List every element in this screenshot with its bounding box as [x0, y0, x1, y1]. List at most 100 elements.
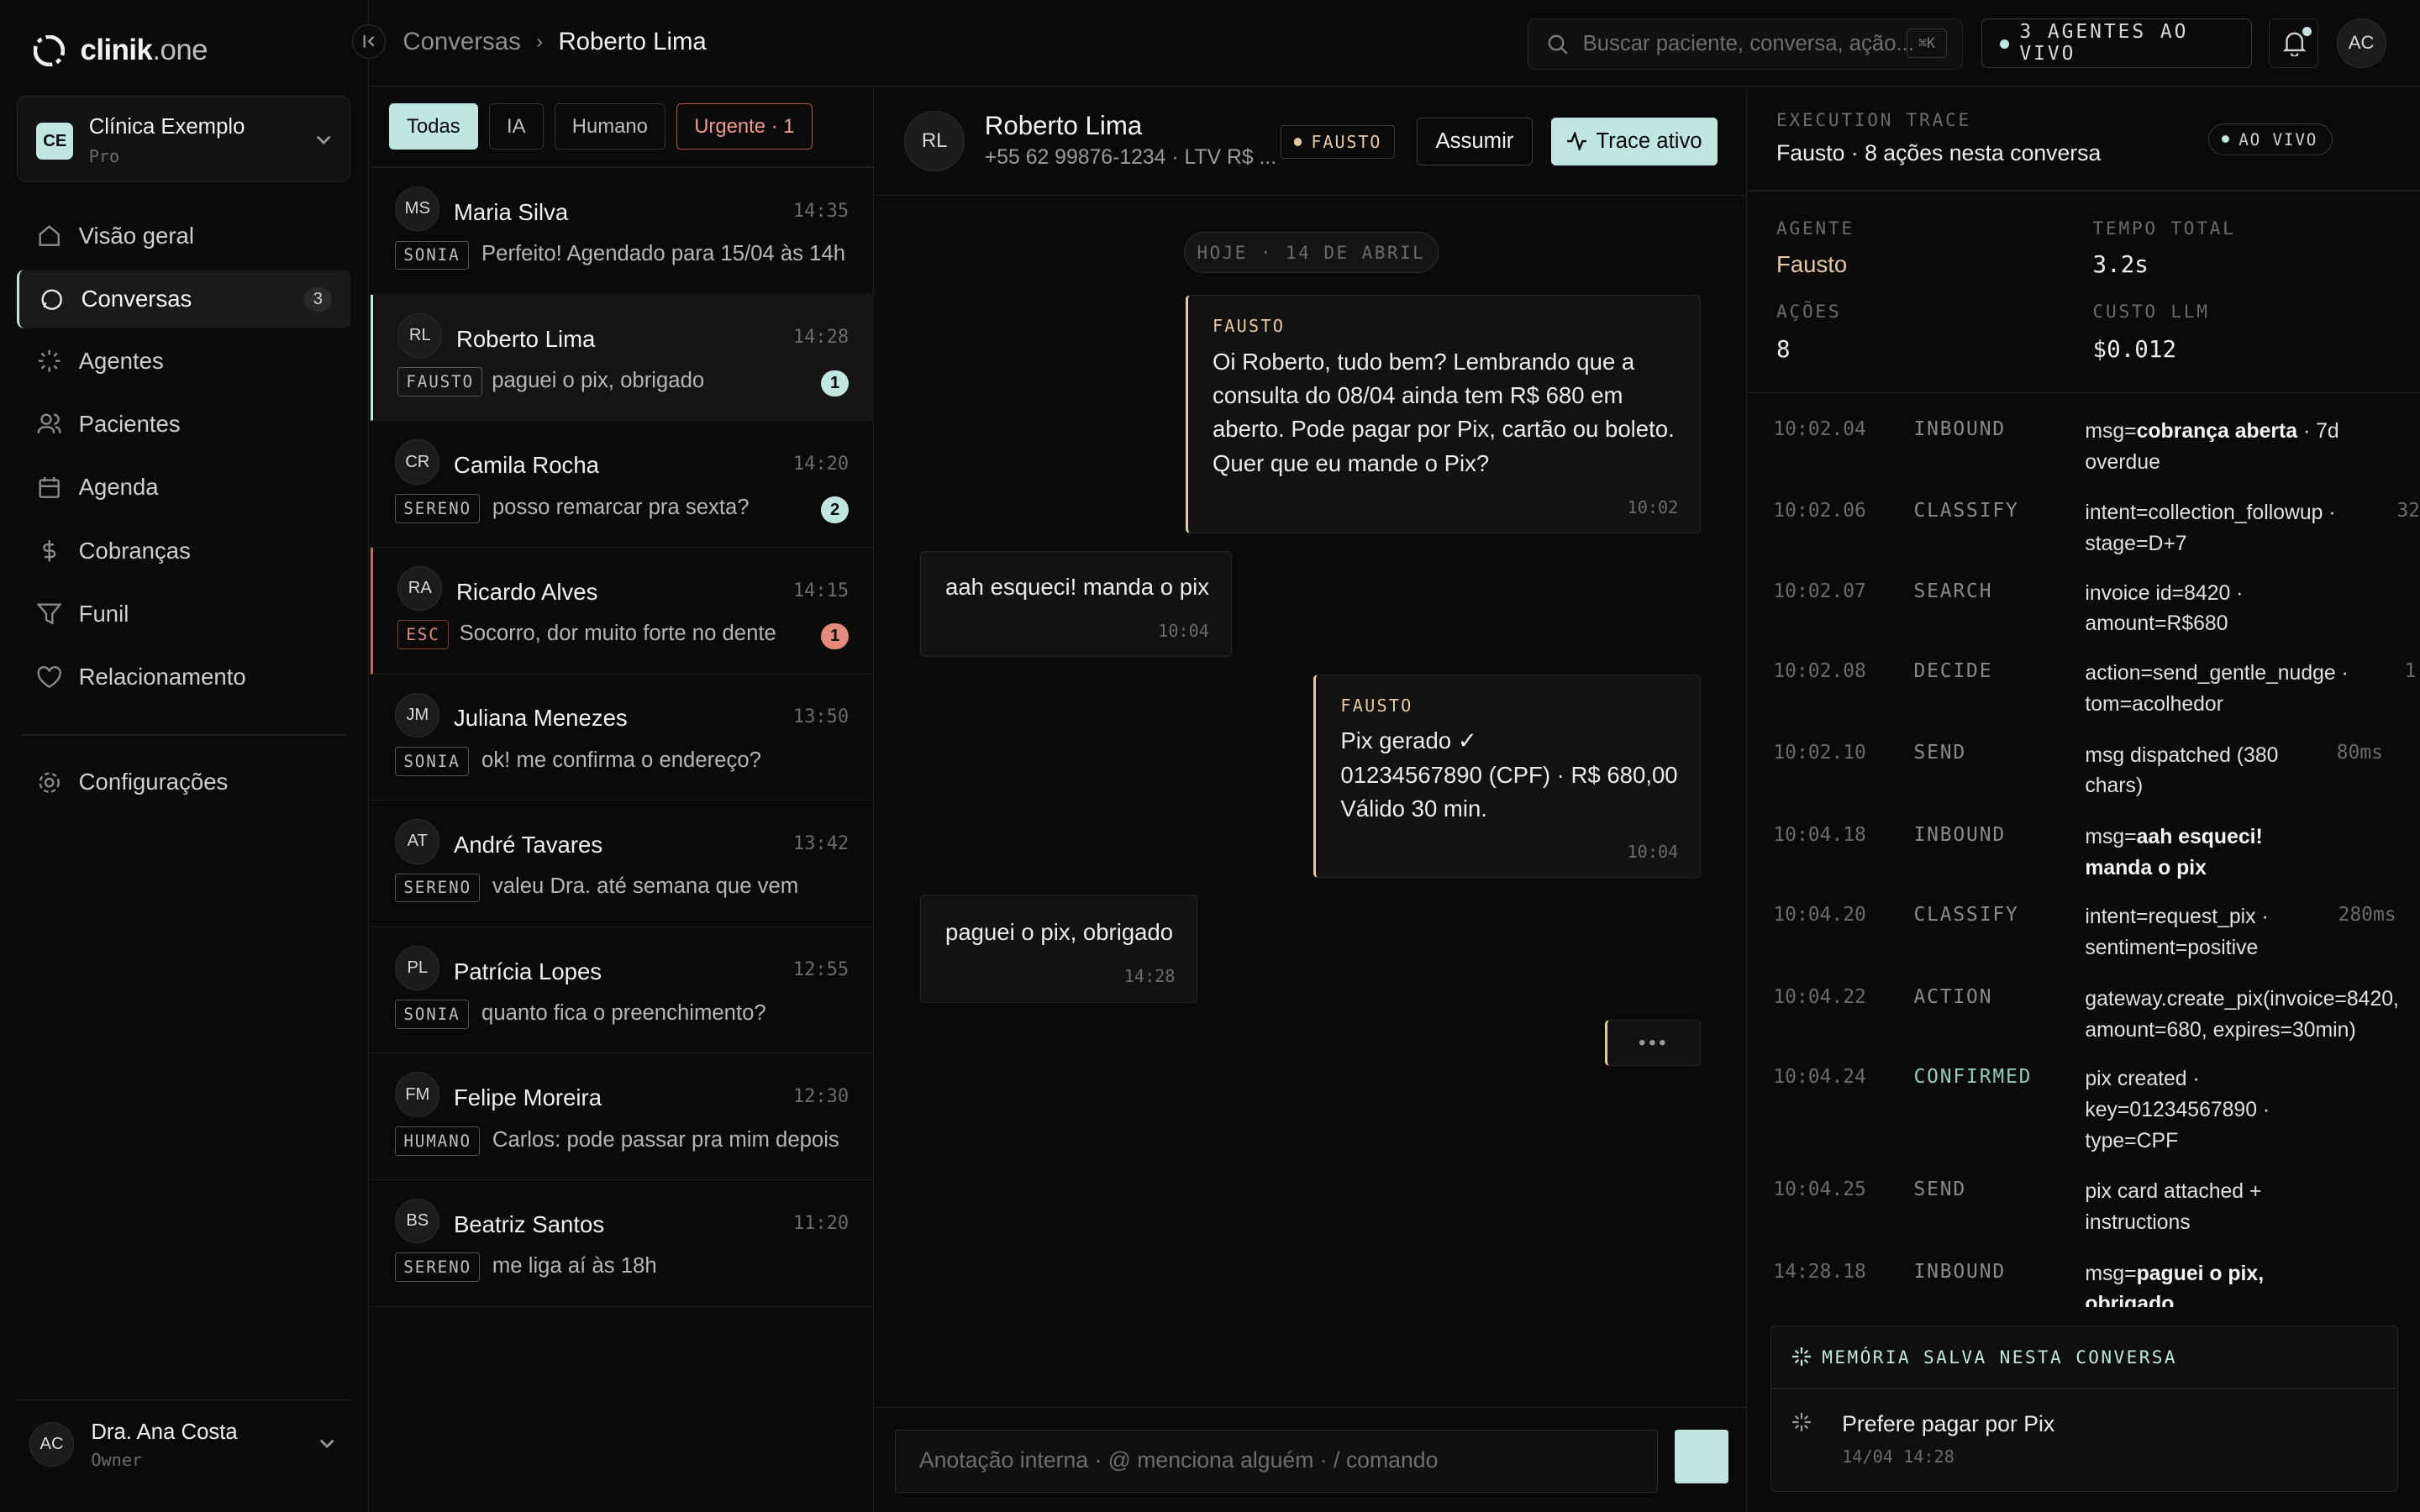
filter-ai[interactable]: IA [488, 103, 544, 150]
preview: Socorro, dor muito forte no dente [459, 622, 776, 646]
breadcrumb: Conversas › Roberto Lima [402, 28, 706, 56]
filter-urgent[interactable]: Urgente · 1 [676, 103, 813, 150]
trace-kind: CLASSIFY [1913, 904, 2019, 927]
assume-button[interactable]: Assumir [1417, 117, 1533, 165]
chat-icon [41, 289, 62, 310]
sparkle-icon [1792, 1412, 1812, 1431]
gear-icon [39, 771, 60, 793]
stat-label: TEMPO TOTAL [2092, 217, 2236, 239]
trace-detail-bold: cobrança aberta [2136, 419, 2298, 443]
agent-dot [1294, 138, 1302, 146]
trace-detail: action=send_gentle_nudge · tom=acolhedor [2085, 662, 2349, 716]
list-item[interactable]: RL Roberto Lima 14:28 FAUSTO paguei o pi… [370, 294, 874, 422]
nav-pacientes[interactable]: Pacientes [17, 395, 350, 454]
avatar: CR [395, 439, 440, 485]
trace-detail: pix created · key=01234567890 · type=CPF [2085, 1068, 2270, 1152]
list-item[interactable]: RA Ricardo Alves 14:15 ESC Socorro, dor … [370, 548, 874, 675]
filter-all[interactable]: Todas [388, 103, 478, 150]
trace-duration: 280ms [2338, 904, 2396, 927]
trace-kind: INBOUND [1913, 417, 2006, 440]
time: 14:15 [792, 580, 850, 601]
preview: ok! me confirma o endereço? [481, 748, 761, 772]
clinic-plan: Pro [88, 145, 120, 166]
message-line: consulta do 08/04 ainda tem R$ 680 em [1212, 381, 1623, 408]
memory-card: MEMÓRIA SALVA NESTA CONVERSA Prefere pag… [1770, 1325, 2399, 1493]
list-item[interactable]: JM Juliana Menezes 13:50 SONIA ok! me co… [370, 675, 874, 801]
trace-detail: msg=aah esqueci! manda o pix [2085, 822, 2301, 884]
nav-conversas[interactable]: Conversas 3 [17, 270, 350, 329]
message-sender: FAUSTO [1212, 315, 1286, 336]
time: 12:55 [792, 959, 850, 981]
agent-tag: SONIA [395, 1000, 469, 1030]
nav-agenda[interactable]: Agenda [17, 458, 350, 517]
list-item[interactable]: PL Patrícia Lopes 12:55 SONIA quanto fic… [370, 927, 874, 1054]
avatar[interactable]: AC [2336, 18, 2386, 68]
trace-timestamp: 10:04.24 [1773, 1066, 1866, 1089]
nav-cobrancas[interactable]: Cobranças [17, 522, 350, 580]
message-line: aberto. Pode pagar por Pix, cartão ou bo… [1212, 416, 1675, 443]
trace-kind: CLASSIFY [1913, 500, 2019, 522]
time: 13:42 [792, 832, 850, 854]
send-button[interactable] [1674, 1429, 1729, 1484]
trace-detail-text: msg= [2085, 825, 2137, 848]
live-agents-label: 3 AGENTES AO VIVO [2019, 21, 2189, 66]
filter-human[interactable]: Humano [554, 103, 666, 150]
trace-duration: 32 [2396, 500, 2420, 522]
time: 13:50 [792, 706, 850, 728]
nav-agentes[interactable]: Agentes [17, 332, 350, 391]
note-input[interactable]: Anotação interna · @ menciona alguém · /… [895, 1429, 1658, 1494]
agent-tag: SONIA [395, 240, 469, 270]
notifications-button[interactable] [2268, 18, 2318, 68]
nav-relacionamento[interactable]: Relacionamento [17, 648, 350, 706]
message-line: Quer que eu mande o Pix? [1212, 449, 1490, 476]
message-incoming: aah esqueci! manda o pix 10:04 [919, 550, 1232, 658]
trace-log[interactable]: 10:02.04 INBOUND msg=cobrança aberta · 7… [1749, 393, 2420, 1307]
trace-active-button[interactable]: Trace ativo [1550, 117, 1718, 165]
list-item[interactable]: CR Camila Rocha 14:20 SERENO posso remar… [370, 421, 874, 549]
heart-icon [37, 665, 61, 688]
trace-kind: CONFIRMED [1913, 1066, 2033, 1089]
trace-kind: INBOUND [1913, 823, 2006, 846]
trace-detail: gateway.create_pix(invoice=8420, amount=… [2085, 987, 2399, 1042]
nav-visao-geral[interactable]: Visão geral [17, 207, 350, 265]
nav-label: Relacionamento [78, 664, 246, 690]
logo[interactable]: clinik.one [34, 34, 208, 67]
dollar-icon [43, 539, 56, 562]
users-icon [37, 413, 61, 434]
search-input[interactable]: Buscar paciente, conversa, ação... ⌘K [1528, 18, 1964, 70]
contact-name: Camila Rocha [453, 452, 599, 479]
breadcrumb-root[interactable]: Conversas [402, 28, 520, 56]
nav-funil[interactable]: Funil [17, 585, 350, 643]
list-item[interactable]: AT André Tavares 13:42 SERENO valeu Dra.… [370, 801, 874, 927]
contact-name: Juliana Menezes [453, 705, 628, 732]
trace-timestamp: 10:02.04 [1773, 417, 1866, 440]
avatar: MS [395, 186, 440, 232]
message-text: paguei o pix, obrigado [945, 919, 1174, 946]
live-agents-button[interactable]: 3 AGENTES AO VIVO [1981, 18, 2252, 68]
trace-kind: SEARCH [1913, 580, 1993, 602]
list-item[interactable]: MS Maria Silva 14:35 SONIA Perfeito! Age… [370, 168, 874, 295]
note-placeholder: Anotação interna · @ menciona alguém · /… [918, 1446, 1439, 1473]
preview: posso remarcar pra sexta? [492, 495, 750, 519]
stat-total-time: 3.2s [2092, 251, 2149, 279]
message-line: Pix gerado ✓ [1340, 727, 1477, 754]
message-time: 10:02 [1627, 497, 1679, 518]
agent-tag: SERENO [395, 873, 481, 903]
nav-configuracoes[interactable]: Configurações [17, 753, 350, 811]
trace-detail-text: msg= [2085, 419, 2137, 443]
list-item[interactable]: FM Felipe Moreira 12:30 HUMANO Carlos: p… [370, 1053, 874, 1181]
contact-subtitle: +55 62 99876-1234 · LTV R$ ... [984, 146, 1277, 170]
collapse-sidebar-button[interactable] [351, 24, 387, 59]
preview: quanto fica o preenchimento? [481, 1001, 766, 1025]
user-menu[interactable]: AC Dra. Ana Costa Owner [17, 1399, 350, 1492]
trace-timestamp: 10:02.08 [1773, 660, 1866, 683]
contact-name: Roberto Lima [984, 111, 1143, 141]
trace-timestamp: 10:02.06 [1773, 500, 1866, 522]
clinic-switcher[interactable]: CE Clínica Exemplo Pro [17, 95, 350, 182]
conversation-list: Todas IA Humano Urgente · 1 MS Maria Sil… [370, 87, 874, 1512]
avatar: BS [395, 1199, 440, 1244]
trace-detail: intent=request_pix · sentiment=positive [2085, 906, 2269, 960]
contact-name: Felipe Moreira [453, 1084, 602, 1111]
list-item[interactable]: BS Beatriz Santos 11:20 SERENO me liga a… [370, 1180, 874, 1307]
trace-duration: 80ms [2336, 742, 2383, 764]
